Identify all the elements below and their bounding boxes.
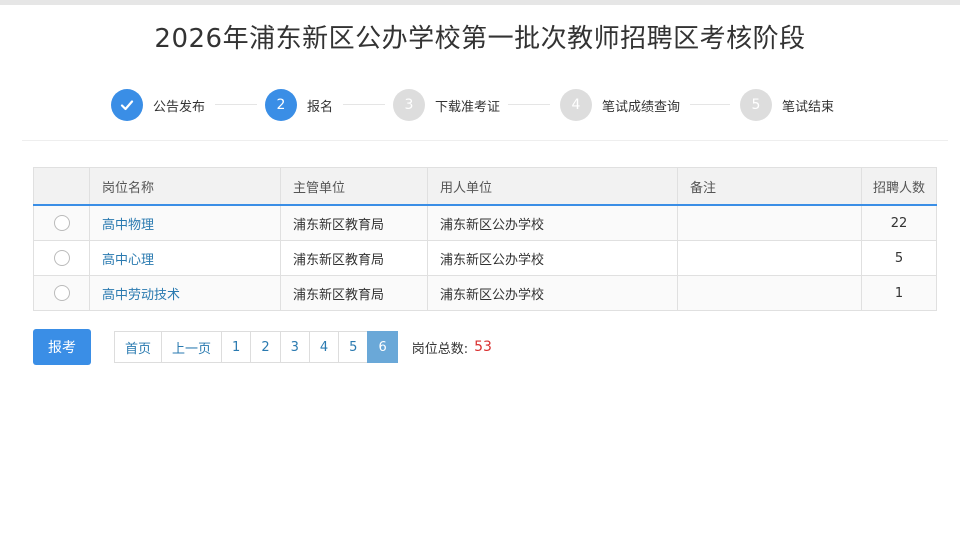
divider (22, 140, 948, 141)
check-icon (111, 89, 143, 121)
page-button-2[interactable]: 2 (250, 331, 281, 363)
authority-cell: 浦东新区教育局 (280, 240, 428, 276)
positions-table: 岗位名称 主管单位 用人单位 备注 招聘人数 高中物理 浦东新区教育局 浦东新区… (33, 167, 937, 311)
employer-cell: 浦东新区公办学校 (427, 240, 678, 276)
row-radio[interactable] (53, 285, 70, 301)
position-name: 高中心理 (89, 240, 281, 276)
table-header-row: 岗位名称 主管单位 用人单位 备注 招聘人数 (33, 167, 937, 206)
column-header-note: 备注 (677, 167, 862, 206)
total-value: 53 (474, 339, 492, 355)
step-label: 下载准考证 (435, 99, 501, 115)
position-link[interactable]: 高中心理 (102, 253, 154, 268)
column-header-select (33, 167, 90, 206)
step-label: 报名 (307, 99, 334, 115)
page-button-4[interactable]: 4 (308, 331, 340, 363)
row-select-cell (33, 204, 90, 241)
step-number: 4 (560, 89, 592, 121)
row-select-cell (33, 240, 90, 276)
row-select-cell (33, 275, 90, 311)
progress-steps: 公告发布 2 报名 3 下载准考证 4 笔试成绩查询 5 笔试结束 (0, 88, 960, 122)
page-button-6-current[interactable]: 6 (367, 331, 398, 363)
prev-page-button[interactable]: 上一页 (161, 331, 223, 363)
top-bar (0, 0, 960, 5)
step-announcement: 公告发布 (111, 88, 205, 122)
step-connector (343, 104, 385, 105)
count-cell: 22 (861, 204, 937, 241)
table-row: 高中物理 浦东新区教育局 浦东新区公办学校 22 (33, 204, 937, 241)
column-header-count: 招聘人数 (861, 167, 937, 206)
step-number: 2 (265, 89, 297, 121)
page-title: 2026年浦东新区公办学校第一批次教师招聘区考核阶段 (154, 24, 806, 54)
count-cell: 1 (861, 275, 937, 311)
step-connector (215, 104, 257, 105)
step-score-query: 4 笔试成绩查询 (560, 88, 680, 122)
page-button-5[interactable]: 5 (338, 331, 369, 363)
pagination: 首页 上一页 1 2 3 4 5 6 岗位总数: 53 (114, 331, 492, 363)
page-button-3[interactable]: 3 (279, 331, 310, 363)
row-radio[interactable] (53, 215, 70, 231)
position-name: 高中物理 (89, 204, 281, 241)
step-register: 2 报名 (265, 88, 333, 122)
column-header-employer: 用人单位 (427, 167, 678, 206)
step-label: 笔试结束 (782, 99, 835, 115)
row-radio[interactable] (53, 250, 70, 266)
step-connector (690, 104, 730, 105)
authority-cell: 浦东新区教育局 (280, 275, 428, 311)
step-exam-end: 5 笔试结束 (740, 88, 834, 122)
page-button-1[interactable]: 1 (221, 331, 252, 363)
table-row: 高中劳动技术 浦东新区教育局 浦东新区公办学校 1 (33, 275, 937, 311)
step-number: 3 (393, 89, 425, 121)
step-admission-ticket: 3 下载准考证 (393, 88, 500, 122)
step-number: 5 (740, 89, 772, 121)
position-link[interactable]: 高中物理 (102, 218, 154, 233)
table-row: 高中心理 浦东新区教育局 浦东新区公办学校 5 (33, 240, 937, 276)
step-connector (508, 104, 550, 105)
authority-cell: 浦东新区教育局 (280, 204, 428, 241)
position-name: 高中劳动技术 (89, 275, 281, 311)
first-page-button[interactable]: 首页 (114, 331, 163, 363)
total-label: 岗位总数: (411, 341, 469, 357)
step-label: 公告发布 (153, 99, 206, 115)
note-cell (677, 204, 862, 241)
count-cell: 5 (861, 240, 937, 276)
note-cell (677, 275, 862, 311)
total-positions: 岗位总数: 53 (412, 338, 492, 357)
note-cell (677, 240, 862, 276)
employer-cell: 浦东新区公办学校 (427, 275, 678, 311)
column-header-authority: 主管单位 (280, 167, 428, 206)
column-header-position: 岗位名称 (89, 167, 281, 206)
employer-cell: 浦东新区公办学校 (427, 204, 678, 241)
position-link[interactable]: 高中劳动技术 (102, 288, 180, 303)
apply-button[interactable]: 报考 (33, 329, 91, 365)
step-label: 笔试成绩查询 (602, 99, 681, 115)
